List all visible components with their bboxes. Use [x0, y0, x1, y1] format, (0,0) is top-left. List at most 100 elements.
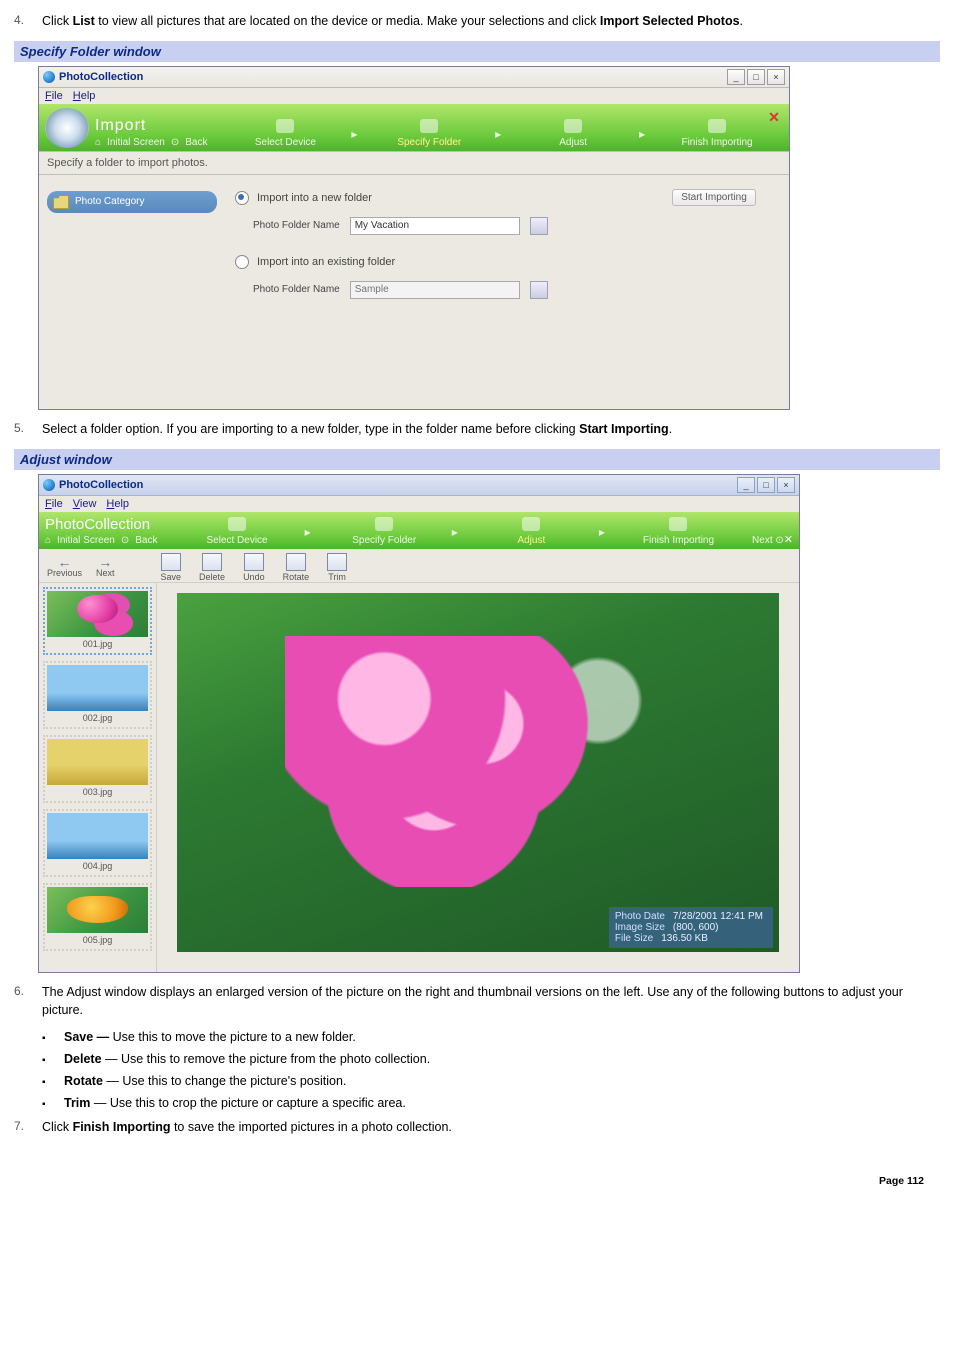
minimize-button[interactable]: _	[727, 69, 745, 85]
info-file-label: File Size	[615, 933, 653, 944]
step-number: 6.	[14, 983, 42, 1021]
window-title: PhotoCollection	[59, 71, 143, 83]
menu-help[interactable]: Help	[73, 90, 96, 102]
thumbnail-list[interactable]: 001.jpg 002.jpg 003.jpg 004.jpg	[39, 582, 157, 972]
bullet-marker: ▪	[42, 1030, 64, 1044]
new-folder-name-label: Photo Folder Name	[253, 220, 340, 231]
initial-screen-link[interactable]: Initial Screen	[57, 535, 115, 546]
banner-title: PhotoCollection	[45, 516, 157, 533]
bullet-marker: ▪	[42, 1096, 64, 1110]
next-link[interactable]: Next	[752, 535, 773, 546]
step-specify-folder[interactable]: Specify Folder	[317, 517, 452, 546]
thumbnail-item[interactable]: 003.jpg	[43, 735, 152, 803]
radio-existing-folder-label: Import into an existing folder	[257, 256, 395, 268]
main-image	[177, 593, 779, 952]
bullet-delete: Delete — Use this to remove the picture …	[64, 1052, 940, 1066]
thumbnail-item[interactable]: 002.jpg	[43, 661, 152, 729]
tool-undo[interactable]: Undo	[243, 553, 265, 582]
photo-category-button[interactable]: Photo Category	[47, 191, 217, 213]
tool-save[interactable]: Save	[161, 553, 182, 582]
step-text: Click List to view all pictures that are…	[42, 12, 940, 31]
info-size-label: Image Size	[615, 922, 665, 933]
thumbnail-image	[47, 665, 148, 711]
banner-close-icon[interactable]: ✕	[784, 533, 793, 546]
step-select-device[interactable]: Select Device	[219, 119, 351, 148]
browse-new-folder-button[interactable]	[530, 217, 548, 235]
folder-icon	[53, 195, 69, 209]
existing-folder-name-input	[350, 281, 520, 299]
bullet-rotate: Rotate — Use this to change the picture'…	[64, 1074, 940, 1088]
heading-specify-folder: Specify Folder window	[14, 41, 940, 62]
step-adjust[interactable]: Adjust	[507, 119, 639, 148]
page-number: Page 112	[14, 1147, 940, 1187]
info-date-label: Photo Date	[615, 911, 665, 922]
thumbnail-item[interactable]: 004.jpg	[43, 809, 152, 877]
cd-icon	[45, 108, 89, 148]
app-icon	[43, 479, 55, 491]
tool-rotate[interactable]: Rotate	[283, 553, 310, 582]
browse-existing-folder-button[interactable]	[530, 281, 548, 299]
banner-close-icon[interactable]: ✕	[765, 108, 783, 126]
menu-file[interactable]: File	[45, 90, 63, 102]
thumbnail-caption: 003.jpg	[47, 785, 148, 799]
photo-category-label: Photo Category	[75, 196, 145, 207]
menu-view[interactable]: View	[73, 498, 97, 510]
step-text: Click Finish Importing to save the impor…	[42, 1118, 940, 1137]
step-specify-folder[interactable]: Specify Folder	[363, 119, 495, 148]
step-select-device[interactable]: Select Device	[169, 517, 304, 546]
step-finish[interactable]: Finish Importing	[651, 119, 783, 148]
bullet-trim: Trim — Use this to crop the picture or c…	[64, 1096, 940, 1110]
initial-screen-link[interactable]: Initial Screen	[107, 137, 165, 148]
maximize-button[interactable]: □	[747, 69, 765, 85]
info-file-value: 136.50 KB	[661, 933, 708, 944]
trim-icon	[327, 553, 347, 571]
tool-delete[interactable]: Delete	[199, 553, 225, 582]
radio-new-folder[interactable]	[235, 191, 249, 205]
menu-file[interactable]: File	[45, 498, 63, 510]
step-number: 7.	[14, 1118, 42, 1137]
radio-new-folder-label: Import into a new folder	[257, 192, 372, 204]
close-button[interactable]: ×	[767, 69, 785, 85]
adjust-window: PhotoCollection _ □ × File View Help Pho…	[38, 474, 800, 973]
adjust-toolbar: ← Previous → Next Save Delete Undo Rotat…	[39, 549, 799, 582]
tool-trim[interactable]: Trim	[327, 553, 347, 582]
back-link[interactable]: Back	[185, 137, 207, 148]
image-info-overlay: Photo Date7/28/2001 12:41 PM Image Size(…	[609, 907, 773, 948]
home-icon[interactable]: ⌂	[45, 535, 51, 546]
banner-title: Import	[95, 117, 207, 135]
nav-next[interactable]: → Next	[96, 556, 115, 578]
thumbnail-item[interactable]: 005.jpg	[43, 883, 152, 951]
thumbnail-image	[47, 591, 148, 637]
back-link[interactable]: Back	[135, 535, 157, 546]
thumbnail-image	[47, 739, 148, 785]
nav-previous[interactable]: ← Previous	[47, 556, 82, 578]
maximize-button[interactable]: □	[757, 477, 775, 493]
thumbnail-caption: 004.jpg	[47, 859, 148, 873]
new-folder-name-input[interactable]	[350, 217, 520, 235]
close-button[interactable]: ×	[777, 477, 795, 493]
home-icon[interactable]: ⌂	[95, 137, 101, 148]
minimize-button[interactable]: _	[737, 477, 755, 493]
adjust-banner: PhotoCollection ⌂ Initial Screen ⊙ Back …	[39, 512, 799, 549]
import-banner: Import ⌂ Initial Screen ⊙ Back Select De…	[39, 104, 789, 151]
step-finish[interactable]: Finish Importing	[611, 517, 746, 546]
specify-folder-window: PhotoCollection _ □ × File Help Import ⌂…	[38, 66, 790, 410]
bullet-save: Save — Use this to move the picture to a…	[64, 1030, 940, 1044]
radio-existing-folder[interactable]	[235, 255, 249, 269]
delete-icon	[202, 553, 222, 571]
step-adjust[interactable]: Adjust	[464, 517, 599, 546]
thumbnail-image	[47, 887, 148, 933]
info-date-value: 7/28/2001 12:41 PM	[673, 911, 763, 922]
bullet-marker: ▪	[42, 1052, 64, 1066]
start-importing-button[interactable]: Start Importing	[672, 189, 756, 206]
thumbnail-caption: 005.jpg	[47, 933, 148, 947]
app-icon	[43, 71, 55, 83]
thumbnail-caption: 001.jpg	[47, 637, 148, 651]
hint-bar: Specify a folder to import photos.	[39, 151, 789, 175]
step-number: 5.	[14, 420, 42, 439]
step-text: The Adjust window displays an enlarged v…	[42, 983, 940, 1021]
step-number: 4.	[14, 12, 42, 31]
main-image-area: Photo Date7/28/2001 12:41 PM Image Size(…	[157, 582, 799, 972]
thumbnail-item[interactable]: 001.jpg	[43, 587, 152, 655]
menu-help[interactable]: Help	[106, 498, 129, 510]
